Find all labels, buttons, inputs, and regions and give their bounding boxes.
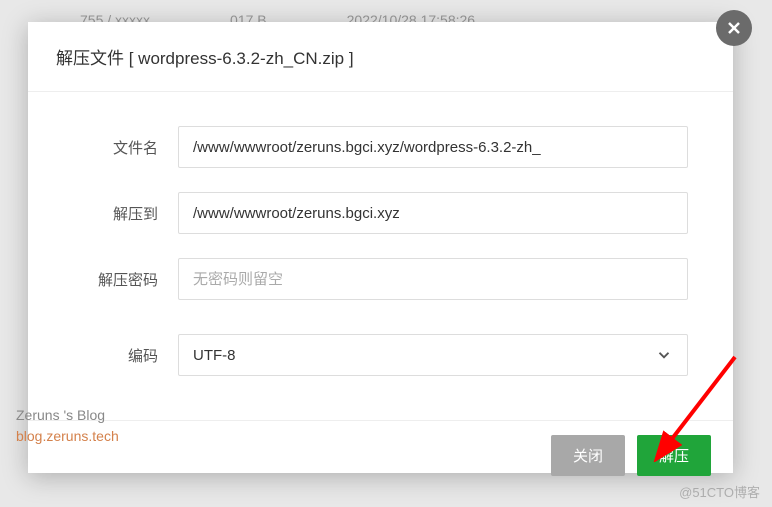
close-icon — [724, 18, 744, 38]
extract-to-label: 解压到 — [73, 203, 178, 224]
extract-to-input[interactable] — [178, 192, 688, 234]
modal-title: 解压文件 [ wordpress-6.3.2-zh_CN.zip ] — [28, 22, 733, 92]
filename-input[interactable] — [178, 126, 688, 168]
password-input[interactable] — [178, 258, 688, 300]
encoding-value: UTF-8 — [193, 347, 236, 364]
modal-footer: 关闭 解压 — [28, 420, 733, 490]
extract-modal: 解压文件 [ wordpress-6.3.2-zh_CN.zip ] 文件名 解… — [28, 22, 733, 473]
close-button[interactable] — [716, 10, 752, 46]
modal-body: 文件名 解压到 解压密码 编码 UTF-8 — [28, 92, 733, 420]
cancel-button[interactable]: 关闭 — [551, 435, 625, 476]
encoding-select[interactable]: UTF-8 — [178, 334, 688, 376]
confirm-button[interactable]: 解压 — [637, 435, 711, 476]
blog-watermark: Zeruns 's Blog blog.zeruns.tech — [16, 405, 119, 447]
site-watermark: @51CTO博客 — [679, 482, 760, 501]
filename-label: 文件名 — [73, 137, 178, 158]
password-label: 解压密码 — [73, 269, 178, 290]
chevron-down-icon — [655, 346, 673, 364]
encoding-label: 编码 — [73, 345, 178, 366]
